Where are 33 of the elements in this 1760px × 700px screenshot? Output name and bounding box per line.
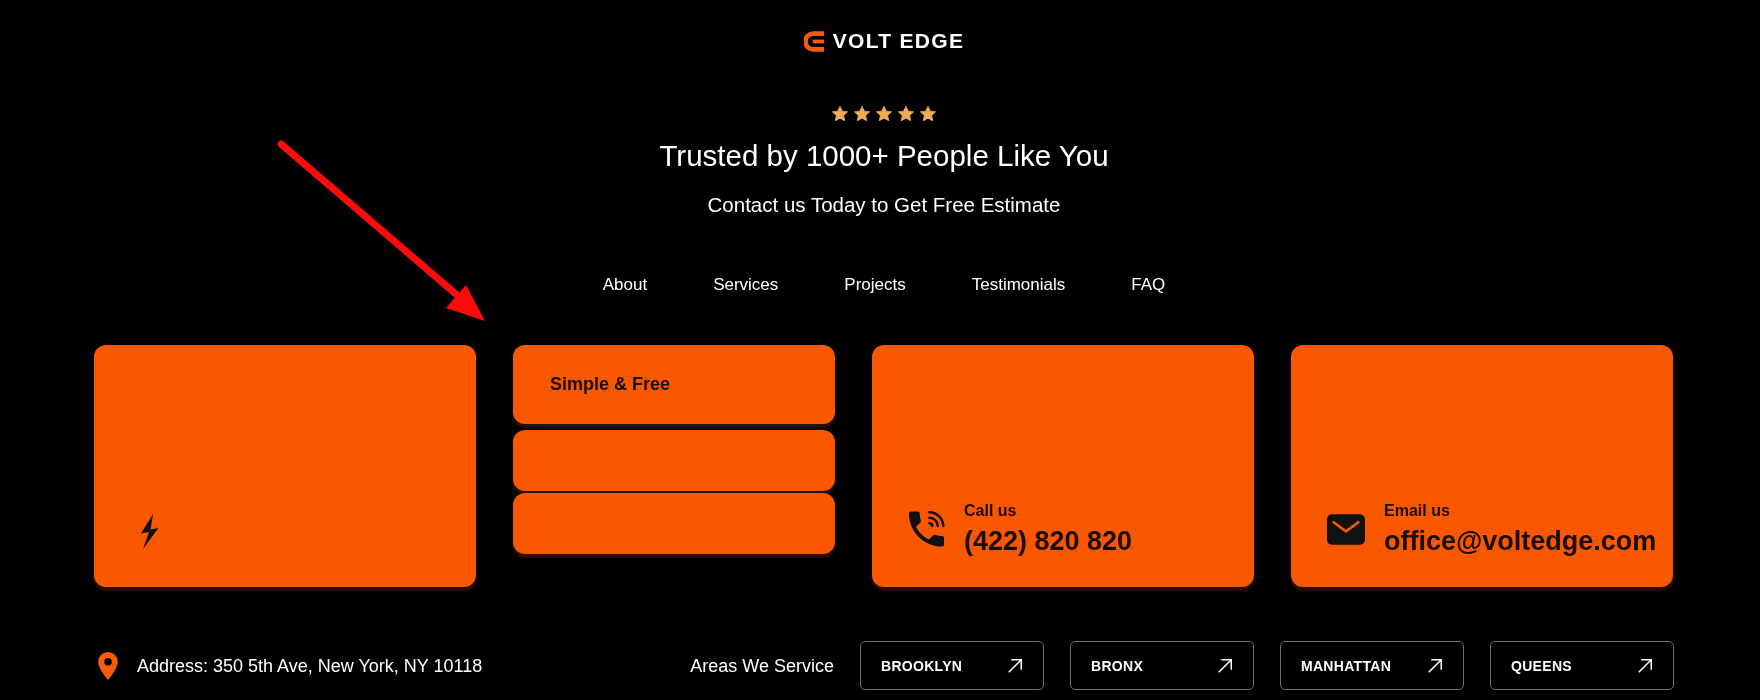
- location-pin-icon: [98, 651, 118, 680]
- mail-icon: [1327, 513, 1365, 545]
- arrow-icon: [1008, 658, 1022, 673]
- nav-link[interactable]: Services: [713, 274, 779, 296]
- contact-label: Email us: [1384, 501, 1451, 521]
- nav-link[interactable]: FAQ: [1131, 274, 1166, 296]
- logo-icon: [803, 30, 824, 52]
- subheadline: Contact us Today to Get Free Estimate: [707, 194, 1061, 216]
- panel-title: Simple & Free: [550, 374, 671, 394]
- arrow-icon: [1218, 658, 1232, 673]
- phone-number: (422) 820 820: [964, 525, 1133, 557]
- nav-link[interactable]: About: [602, 274, 648, 296]
- star-icon: [920, 106, 936, 121]
- address-text: Address: 350 5th Ave, New York, NY 10118: [137, 654, 483, 677]
- area-button[interactable]: QUEENS: [1490, 641, 1674, 690]
- lightning-icon: [139, 514, 160, 549]
- area-button[interactable]: MANHATTAN: [1280, 641, 1464, 690]
- star-icon: [898, 106, 914, 121]
- nav-link[interactable]: Testimonials: [971, 274, 1066, 296]
- area-button[interactable]: BROOKLYN: [860, 641, 1044, 690]
- star-icon: [876, 106, 892, 121]
- nav-link[interactable]: Projects: [844, 274, 906, 296]
- contact-label: Call us: [964, 501, 1018, 521]
- phone-icon: [908, 510, 945, 548]
- email-address: office@voltedge.com: [1384, 525, 1657, 557]
- headline: Trusted by 1000+ People Like You: [659, 139, 1109, 173]
- logo-text: VOLT EDGE: [832, 29, 965, 53]
- star-icon: [854, 106, 870, 121]
- arrow-icon: [1428, 658, 1442, 673]
- star-icon: [832, 106, 848, 121]
- areas-heading: Areas We Service: [690, 654, 834, 677]
- arrow-icon: [1638, 658, 1652, 673]
- area-button[interactable]: BRONX: [1070, 641, 1254, 690]
